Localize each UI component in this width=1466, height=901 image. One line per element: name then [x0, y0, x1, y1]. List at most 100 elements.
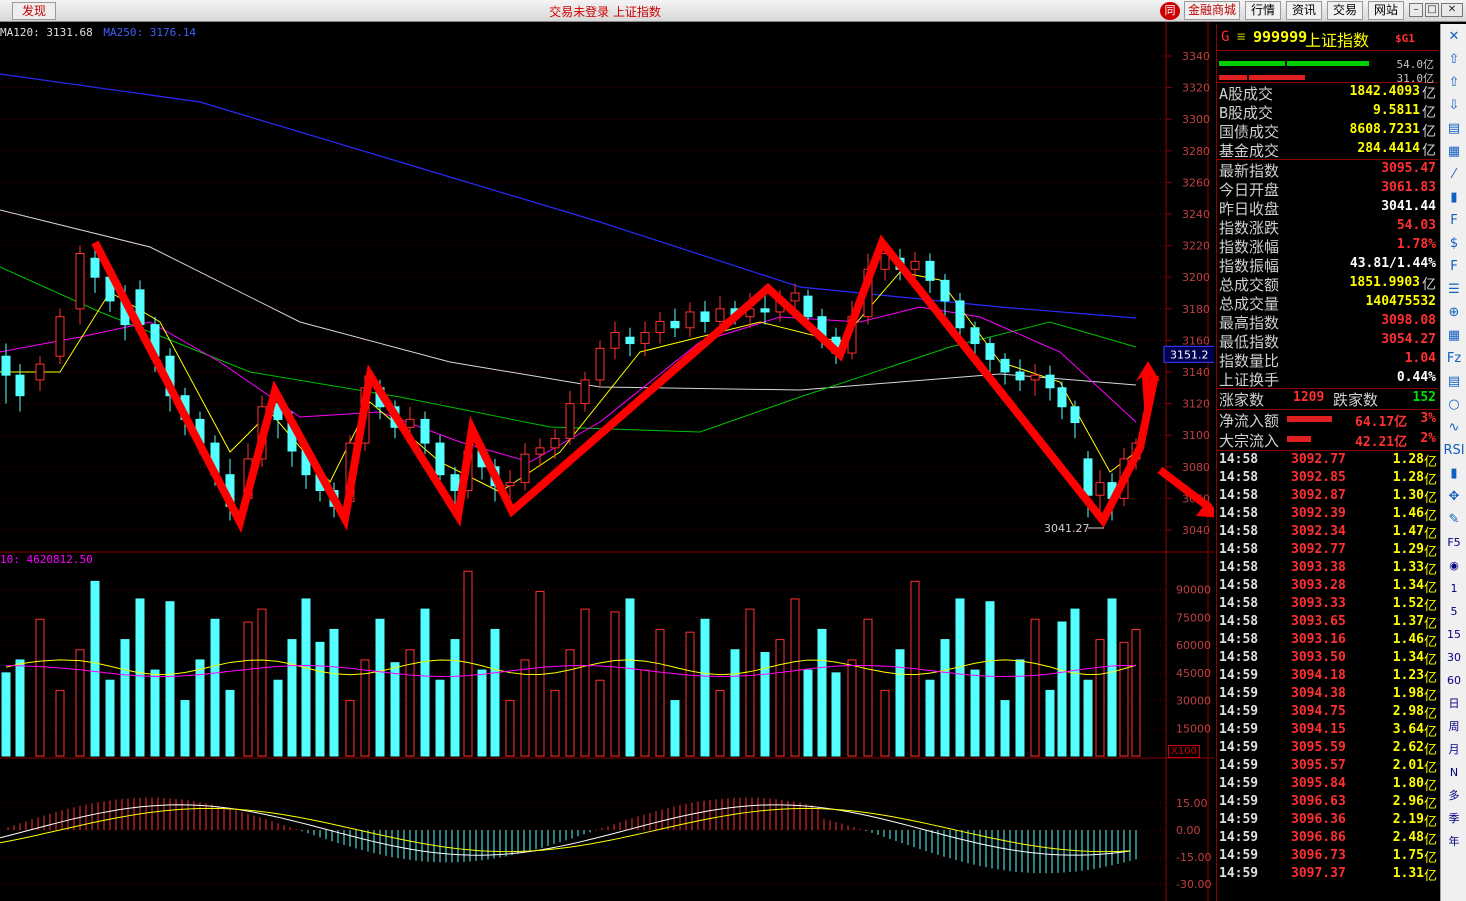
- candle-body: [955, 300, 965, 329]
- period-button[interactable]: 多: [1443, 785, 1465, 806]
- index-name: 上证指数: [1305, 31, 1370, 50]
- up-arrow-icon[interactable]: ⇧: [1443, 49, 1465, 70]
- candle-body: [580, 379, 590, 405]
- tick-unit: 亿: [1423, 545, 1437, 560]
- tick-price: 3095.57: [1291, 758, 1346, 773]
- volume-bar: [940, 639, 950, 757]
- stat-row: 最低指数 3054.27: [1217, 331, 1438, 351]
- tick-time: 14:58: [1219, 578, 1259, 593]
- news-button[interactable]: 资讯: [1286, 1, 1322, 20]
- volume-bar: [790, 598, 800, 757]
- stat-value: 1.04: [1404, 351, 1436, 366]
- tick-unit: 亿: [1423, 527, 1437, 542]
- volume-bar: [1070, 608, 1080, 757]
- tick-unit: 亿: [1423, 779, 1437, 794]
- period-button[interactable]: 月: [1443, 739, 1465, 760]
- pen-icon[interactable]: ✎: [1443, 509, 1465, 530]
- tick-list[interactable]: 14:58 3092.77 1.28 亿 14:58 3092.85 1.28 亿 14:58 3…: [1217, 451, 1438, 884]
- period-button[interactable]: 年: [1443, 831, 1465, 852]
- mall-button[interactable]: 金融商城: [1184, 1, 1240, 20]
- tick-unit: 亿: [1423, 671, 1437, 686]
- g-icon[interactable]: G: [1221, 29, 1229, 45]
- period-button[interactable]: 季: [1443, 808, 1465, 829]
- move-icon[interactable]: ✥: [1443, 486, 1465, 507]
- discover-button[interactable]: 发现: [12, 2, 56, 20]
- right-toolbar: ✕ ⇧ ⇧ ⇩ ▤ ▦ ⁄ ▮ F $ F ☰ ⊕ ▦ Fz ▤ ○ ∿ RSI ▮ ✥ ✎ F5 ◉ 1 5 15 30 60 日周月 N…: [1440, 24, 1466, 901]
- price-tick-label: 3260: [1182, 176, 1210, 189]
- period-button[interactable]: N: [1443, 762, 1465, 783]
- period-button[interactable]: 60: [1443, 670, 1465, 691]
- volume-bar: [925, 679, 935, 757]
- menu-icon[interactable]: ≡: [1237, 29, 1245, 45]
- index-icon[interactable]: ☰: [1443, 279, 1465, 300]
- tick-unit: 亿: [1423, 725, 1437, 740]
- line-icon[interactable]: ⁄: [1443, 164, 1465, 185]
- volume-bar: [345, 700, 355, 757]
- up-icon[interactable]: ⇧: [1443, 72, 1465, 93]
- volume-bar: [670, 700, 680, 757]
- list-icon[interactable]: ▤: [1443, 371, 1465, 392]
- candle-body: [760, 308, 770, 313]
- period-button[interactable]: 日: [1443, 693, 1465, 714]
- tick-time: 14:59: [1219, 812, 1259, 827]
- kline-chart[interactable]: 3340 3320 3300 3280 3260 3240 3220 3200 3180 3160…: [0, 22, 1214, 901]
- sg-badge[interactable]: $G1: [1395, 32, 1415, 45]
- flow-bar: [1287, 436, 1311, 442]
- stat-value: 3054.27: [1381, 332, 1436, 347]
- volume-bar: [180, 700, 190, 757]
- volume-section: A股成交 1842.4093 亿 B股成交 9.5811 亿国债成交 8608.7231 亿基…: [1217, 83, 1438, 160]
- minimize-icon[interactable]: –: [1409, 3, 1423, 17]
- candle-body: [90, 257, 100, 278]
- volume-bar: [477, 669, 487, 757]
- fiz-icon[interactable]: Fz: [1443, 348, 1465, 369]
- close-window-icon[interactable]: ✕: [1441, 3, 1463, 17]
- volume-bar: [685, 631, 695, 757]
- tick-price: 3094.18: [1291, 668, 1346, 683]
- period-button[interactable]: ◉: [1443, 555, 1465, 576]
- circle-icon[interactable]: ○: [1443, 394, 1465, 415]
- candle-body: [625, 336, 635, 345]
- trade-button[interactable]: 交易: [1327, 1, 1363, 20]
- stat-row: 昨日收盘 3041.44: [1217, 198, 1438, 218]
- volume-bar: [550, 689, 560, 757]
- volume-bar: [1, 672, 11, 757]
- period-button[interactable]: 5: [1443, 601, 1465, 622]
- money-icon[interactable]: $: [1443, 233, 1465, 254]
- index-code: 999999: [1253, 28, 1308, 46]
- zoom-icon[interactable]: ⊕: [1443, 302, 1465, 323]
- down-icon[interactable]: ⇩: [1443, 95, 1465, 116]
- f10-icon[interactable]: F: [1443, 210, 1465, 231]
- candle-body: [565, 403, 575, 439]
- low-price-label: 3041.27: [1044, 522, 1090, 535]
- period-button[interactable]: 1: [1443, 578, 1465, 599]
- period-button[interactable]: 周: [1443, 716, 1465, 737]
- period-button[interactable]: F5: [1443, 532, 1465, 553]
- f10b-icon[interactable]: F: [1443, 256, 1465, 277]
- close-icon[interactable]: ✕: [1443, 26, 1465, 47]
- period-button[interactable]: 15: [1443, 624, 1465, 645]
- bars-icon[interactable]: ▮: [1443, 463, 1465, 484]
- quotes-button[interactable]: 行情: [1245, 1, 1281, 20]
- zigzag-overlay: [91, 234, 1159, 534]
- volume-bar: [375, 618, 385, 757]
- app-logo-icon[interactable]: 同: [1160, 2, 1180, 20]
- volume-bar: [817, 628, 827, 757]
- report-icon[interactable]: ▤: [1443, 118, 1465, 139]
- candle-body: [1, 355, 11, 376]
- tick-unit: 亿: [1423, 635, 1437, 650]
- restore-icon[interactable]: □: [1425, 3, 1439, 17]
- candle-icon[interactable]: ▮: [1443, 187, 1465, 208]
- price-tick-label: 3160: [1182, 334, 1210, 347]
- period-button[interactable]: 30: [1443, 647, 1465, 668]
- price-tick-label: 3280: [1182, 145, 1210, 158]
- tick-price: 3093.65: [1291, 614, 1346, 629]
- volume-value: 1842.4093: [1349, 84, 1420, 99]
- website-button[interactable]: 网站: [1368, 1, 1404, 20]
- x100-badge[interactable]: X100: [1168, 745, 1200, 758]
- down-count: 152: [1412, 390, 1436, 405]
- volume-row: A股成交 1842.4093 亿: [1217, 83, 1438, 103]
- wave-icon[interactable]: ∿: [1443, 417, 1465, 438]
- rsi-icon[interactable]: RSI: [1443, 440, 1465, 461]
- grid-icon[interactable]: ▦: [1443, 141, 1465, 162]
- note-icon[interactable]: ▦: [1443, 325, 1465, 346]
